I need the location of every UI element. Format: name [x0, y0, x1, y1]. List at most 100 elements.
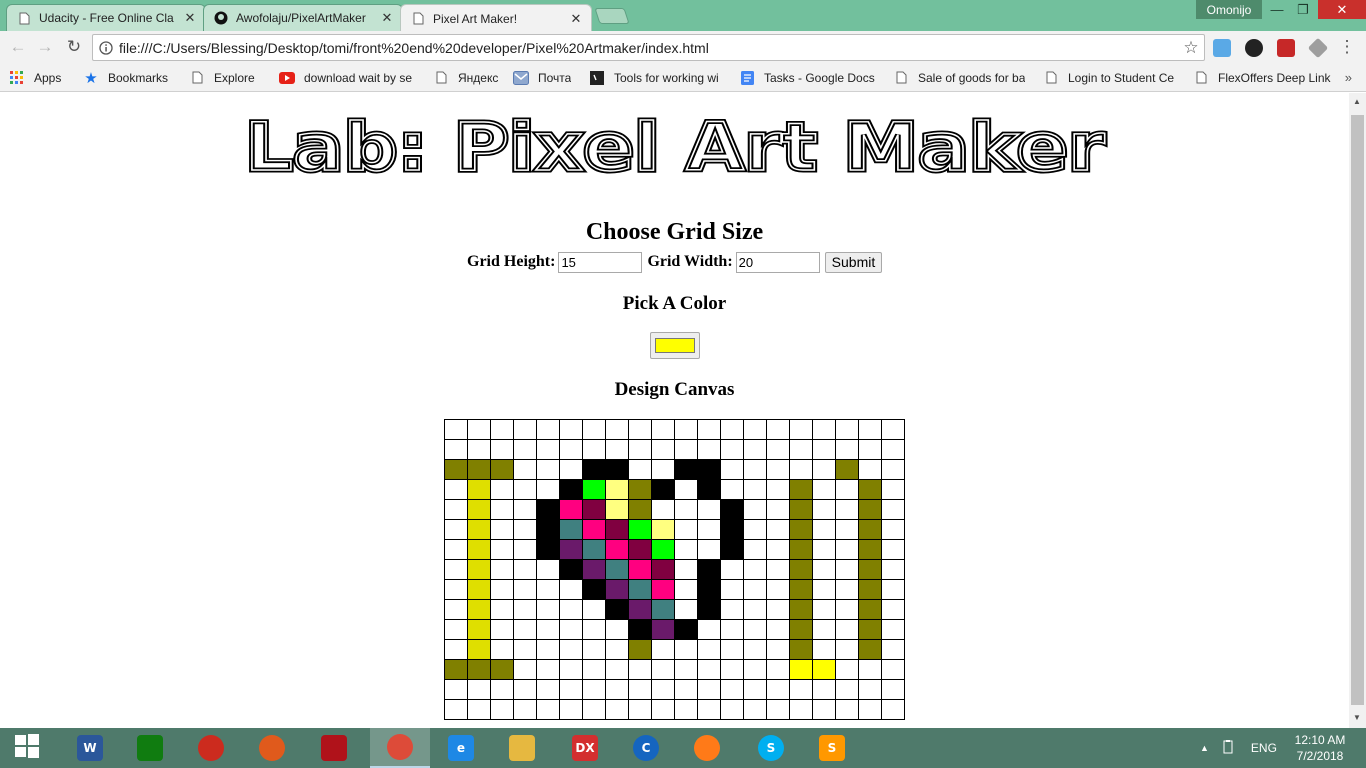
- canvas-cell[interactable]: [490, 559, 514, 580]
- canvas-cell[interactable]: [674, 679, 698, 700]
- canvas-cell[interactable]: [743, 539, 767, 560]
- canvas-cell[interactable]: [835, 439, 859, 460]
- canvas-cell[interactable]: [605, 479, 629, 500]
- back-button[interactable]: ←: [7, 36, 29, 58]
- canvas-cell[interactable]: [651, 659, 675, 680]
- canvas-cell[interactable]: [812, 679, 836, 700]
- canvas-cell[interactable]: [444, 639, 468, 660]
- address-bar[interactable]: file:///C:/Users/Blessing/Desktop/tomi/f…: [92, 34, 1205, 61]
- canvas-cell[interactable]: [651, 499, 675, 520]
- canvas-cell[interactable]: [674, 439, 698, 460]
- canvas-cell[interactable]: [444, 579, 468, 600]
- canvas-cell[interactable]: [835, 659, 859, 680]
- canvas-cell[interactable]: [490, 459, 514, 480]
- bookmark-tasks[interactable]: Tasks - Google Docs: [739, 70, 879, 86]
- canvas-cell[interactable]: [582, 579, 606, 600]
- canvas-cell[interactable]: [789, 539, 813, 560]
- profile-badge[interactable]: Omonijo: [1196, 0, 1262, 19]
- canvas-cell[interactable]: [628, 699, 652, 720]
- canvas-cell[interactable]: [605, 519, 629, 540]
- canvas-cell[interactable]: [559, 619, 583, 640]
- close-tab-icon[interactable]: ✕: [183, 10, 197, 26]
- canvas-cell[interactable]: [490, 699, 514, 720]
- canvas-cell[interactable]: [536, 439, 560, 460]
- canvas-cell[interactable]: [858, 699, 882, 720]
- taskbar-app[interactable]: DX: [555, 728, 615, 768]
- canvas-cell[interactable]: [835, 499, 859, 520]
- canvas-cell[interactable]: [858, 579, 882, 600]
- canvas-cell[interactable]: [720, 599, 744, 620]
- canvas-cell[interactable]: [835, 699, 859, 720]
- canvas-cell[interactable]: [651, 639, 675, 660]
- taskbar-app[interactable]: S: [802, 728, 862, 768]
- canvas-cell[interactable]: [513, 479, 537, 500]
- canvas-cell[interactable]: [605, 559, 629, 580]
- bookmark-tools[interactable]: Tools for working wi: [589, 70, 725, 86]
- canvas-cell[interactable]: [605, 499, 629, 520]
- canvas-cell[interactable]: [881, 659, 905, 680]
- canvas-cell[interactable]: [605, 579, 629, 600]
- canvas-cell[interactable]: [835, 519, 859, 540]
- canvas-cell[interactable]: [743, 479, 767, 500]
- canvas-cell[interactable]: [858, 599, 882, 620]
- canvas-cell[interactable]: [444, 539, 468, 560]
- scroll-down-icon[interactable]: ▼: [1353, 713, 1361, 722]
- canvas-cell[interactable]: [628, 599, 652, 620]
- canvas-cell[interactable]: [559, 679, 583, 700]
- canvas-cell[interactable]: [881, 679, 905, 700]
- canvas-cell[interactable]: [582, 459, 606, 480]
- canvas-cell[interactable]: [858, 519, 882, 540]
- canvas-cell[interactable]: [697, 599, 721, 620]
- canvas-cell[interactable]: [513, 699, 537, 720]
- taskbar-app[interactable]: e: [431, 728, 491, 768]
- canvas-cell[interactable]: [536, 519, 560, 540]
- extension-icon[interactable]: [1213, 39, 1231, 57]
- canvas-cell[interactable]: [513, 539, 537, 560]
- canvas-cell[interactable]: [697, 539, 721, 560]
- canvas-cell[interactable]: [559, 519, 583, 540]
- canvas-cell[interactable]: [651, 619, 675, 640]
- canvas-cell[interactable]: [559, 579, 583, 600]
- canvas-cell[interactable]: [582, 519, 606, 540]
- canvas-cell[interactable]: [559, 699, 583, 720]
- canvas-cell[interactable]: [444, 499, 468, 520]
- canvas-cell[interactable]: [743, 619, 767, 640]
- canvas-cell[interactable]: [651, 599, 675, 620]
- canvas-cell[interactable]: [490, 539, 514, 560]
- canvas-cell[interactable]: [605, 659, 629, 680]
- canvas-cell[interactable]: [766, 439, 790, 460]
- canvas-cell[interactable]: [697, 579, 721, 600]
- submit-button[interactable]: Submit: [824, 251, 883, 273]
- canvas-cell[interactable]: [605, 639, 629, 660]
- canvas-cell[interactable]: [835, 639, 859, 660]
- bookmark-download-wait[interactable]: download wait by se: [279, 70, 419, 86]
- canvas-cell[interactable]: [812, 699, 836, 720]
- canvas-cell[interactable]: [582, 419, 606, 440]
- canvas-cell[interactable]: [467, 579, 491, 600]
- canvas-cell[interactable]: [812, 479, 836, 500]
- canvas-cell[interactable]: [513, 459, 537, 480]
- canvas-cell[interactable]: [536, 539, 560, 560]
- scrollbar[interactable]: ▲ ▼: [1349, 93, 1366, 728]
- canvas-cell[interactable]: [536, 499, 560, 520]
- canvas-cell[interactable]: [674, 519, 698, 540]
- canvas-cell[interactable]: [628, 519, 652, 540]
- canvas-cell[interactable]: [628, 559, 652, 580]
- bookmark-explore[interactable]: Explore: [189, 70, 265, 86]
- canvas-cell[interactable]: [444, 459, 468, 480]
- canvas-cell[interactable]: [444, 599, 468, 620]
- canvas-cell[interactable]: [881, 559, 905, 580]
- taskbar-app[interactable]: S: [741, 728, 801, 768]
- canvas-cell[interactable]: [835, 539, 859, 560]
- canvas-cell[interactable]: [444, 619, 468, 640]
- canvas-cell[interactable]: [674, 559, 698, 580]
- canvas-cell[interactable]: [881, 539, 905, 560]
- canvas-cell[interactable]: [582, 699, 606, 720]
- canvas-cell[interactable]: [513, 599, 537, 620]
- canvas-cell[interactable]: [697, 479, 721, 500]
- bookmark-pochta[interactable]: Почта: [513, 70, 575, 86]
- canvas-cell[interactable]: [789, 599, 813, 620]
- canvas-cell[interactable]: [766, 479, 790, 500]
- tab-pixel-art-maker[interactable]: Pixel Art Maker! ✕: [400, 4, 592, 32]
- canvas-cell[interactable]: [490, 439, 514, 460]
